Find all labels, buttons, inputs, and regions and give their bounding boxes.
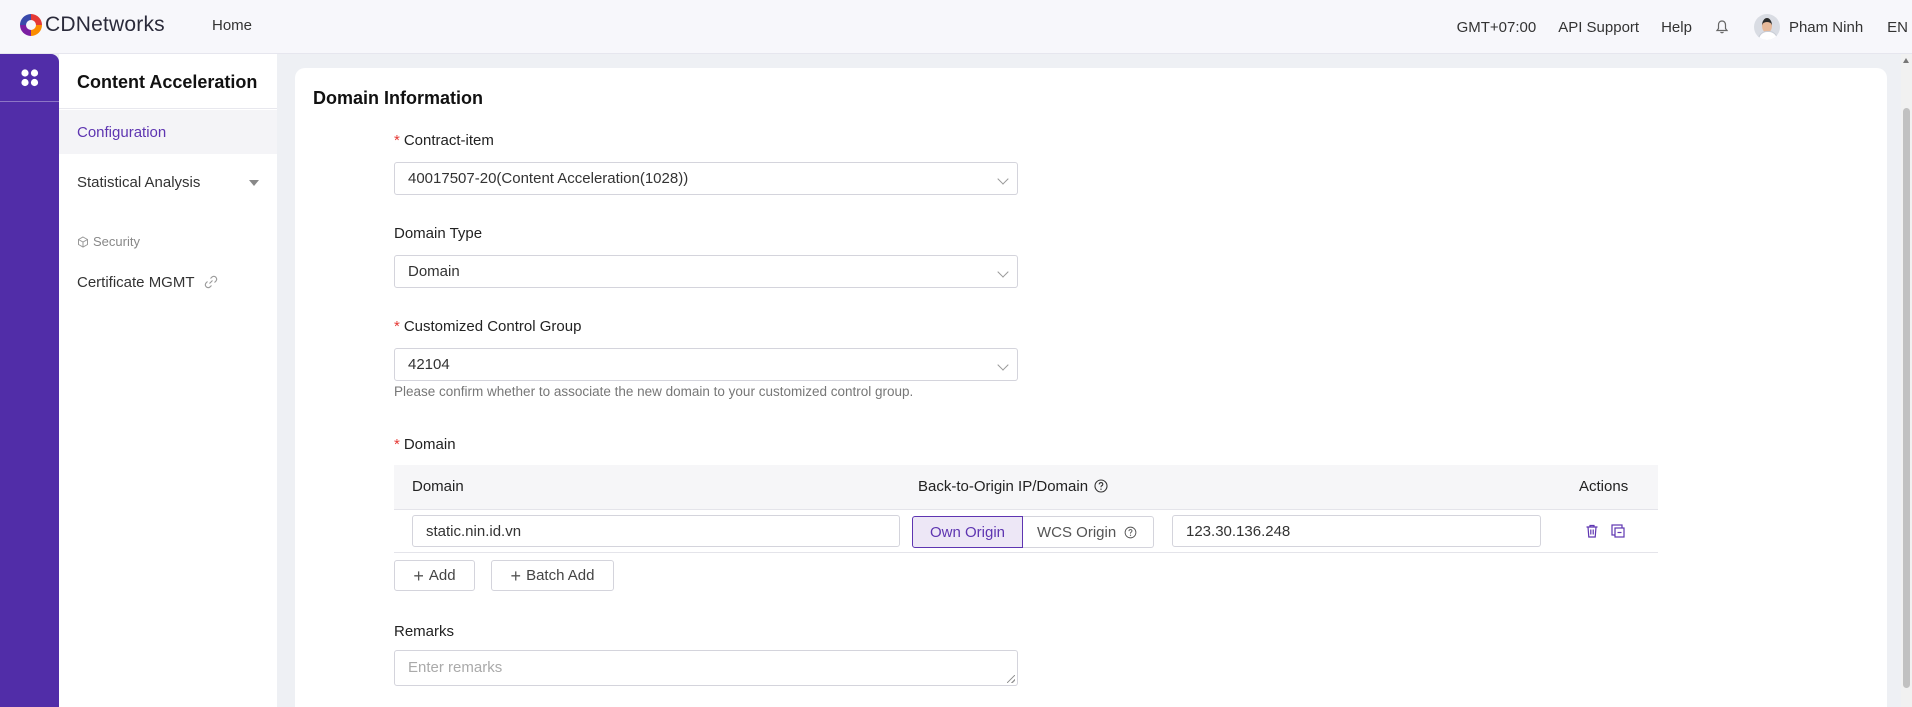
- chevron-down-icon: [997, 266, 1009, 278]
- control-group-hint: Please confirm whether to associate the …: [394, 384, 914, 399]
- domain-input[interactable]: static.nin.id.vn: [412, 515, 900, 547]
- api-support-link[interactable]: API Support: [1558, 19, 1639, 36]
- plus-icon: +: [510, 565, 522, 586]
- domain-type-value: Domain: [408, 263, 460, 280]
- col-actions: Actions: [1579, 478, 1629, 495]
- sidebar-item-statistical-analysis[interactable]: Statistical Analysis: [77, 174, 200, 191]
- add-domain-button[interactable]: + Add: [394, 560, 475, 591]
- domain-section-label: * Domain: [394, 436, 456, 453]
- batch-add-button[interactable]: + Batch Add: [491, 560, 614, 591]
- nav-home-link[interactable]: Home: [212, 17, 252, 34]
- contract-item-select[interactable]: 40017507-20(Content Acceleration(1028)): [394, 162, 1018, 195]
- own-origin-toggle[interactable]: Own Origin: [912, 516, 1023, 548]
- logo-icon: [20, 14, 42, 36]
- chevron-down-icon: [997, 173, 1009, 185]
- domain-type-select[interactable]: Domain: [394, 255, 1018, 288]
- domain-table-header: Domain Back-to-Origin IP/Domain Actions: [394, 465, 1658, 509]
- help-circle-icon[interactable]: [1094, 479, 1108, 493]
- apps-grid-icon[interactable]: [20, 68, 40, 88]
- card-title: Domain Information: [313, 88, 483, 108]
- cube-icon: [78, 235, 88, 248]
- plus-icon: +: [413, 565, 424, 586]
- sidebar-item-certificate-mgmt[interactable]: Certificate MGMT: [77, 274, 218, 291]
- col-back-to-origin: Back-to-Origin IP/Domain: [918, 478, 1108, 495]
- sidebar-item-label: Certificate MGMT: [77, 274, 195, 291]
- sidebar-title: Content Acceleration: [77, 72, 258, 92]
- sidebar: Content Acceleration Configuration Stati…: [59, 54, 277, 707]
- rail-divider: [0, 101, 59, 102]
- remarks-input[interactable]: Enter remarks: [394, 650, 1018, 686]
- page-scrollbar[interactable]: [1901, 54, 1912, 707]
- link-icon: [205, 275, 218, 289]
- sidebar-section-label: Security: [93, 234, 140, 249]
- required-mark: *: [394, 436, 400, 453]
- col-domain: Domain: [412, 478, 464, 495]
- help-circle-icon[interactable]: [1124, 526, 1137, 539]
- domain-input-value: static.nin.id.vn: [426, 522, 522, 540]
- domain-type-label: Domain Type: [394, 225, 483, 242]
- required-mark: *: [394, 318, 400, 335]
- help-link[interactable]: Help: [1661, 19, 1692, 36]
- wcs-origin-toggle[interactable]: WCS Origin: [1023, 516, 1154, 548]
- top-bar: CDNetworks Home GMT+07:00 API Support He…: [0, 0, 1912, 54]
- domain-info-card: Domain Information * Contract-item 400175…: [295, 68, 1887, 707]
- control-group-value: 42104: [408, 356, 450, 373]
- chevron-down-icon: [997, 359, 1009, 371]
- caret-down-icon[interactable]: [249, 180, 259, 186]
- origin-address-input[interactable]: 123.30.136.248: [1172, 515, 1541, 547]
- trash-icon[interactable]: [1584, 523, 1600, 539]
- sidebar-divider: [59, 108, 277, 109]
- brand-logo[interactable]: CDNetworks: [20, 13, 165, 37]
- sidebar-item-configuration[interactable]: Configuration: [59, 110, 277, 154]
- scroll-up-icon[interactable]: [1903, 58, 1909, 63]
- table-row: static.nin.id.vn Own Origin WCS Origin 1…: [394, 509, 1658, 553]
- resize-handle-icon[interactable]: [1007, 675, 1015, 683]
- contract-item-value: 40017507-20(Content Acceleration(1028)): [408, 170, 689, 187]
- contract-item-label: * Contract-item: [394, 132, 494, 149]
- origin-address-value: 123.30.136.248: [1186, 522, 1291, 540]
- app-rail: [0, 54, 59, 707]
- timezone-selector[interactable]: GMT+07:00: [1457, 19, 1537, 36]
- user-name[interactable]: Pham Ninh: [1789, 19, 1863, 36]
- language-selector[interactable]: EN: [1887, 19, 1908, 36]
- control-group-select[interactable]: 42104: [394, 348, 1018, 381]
- remarks-placeholder: Enter remarks: [408, 659, 503, 676]
- bell-icon[interactable]: [1714, 19, 1730, 35]
- avatar[interactable]: [1753, 14, 1780, 40]
- top-right-menu: GMT+07:00 API Support Help Pham Ninh EN: [1457, 0, 1912, 54]
- remarks-label: Remarks: [394, 623, 455, 640]
- required-mark: *: [394, 132, 400, 149]
- copy-icon[interactable]: [1610, 523, 1626, 539]
- wcs-origin-label: WCS Origin: [1037, 523, 1117, 541]
- sidebar-section-security: Security: [77, 234, 140, 249]
- brand-name: CDNetworks: [45, 13, 165, 36]
- control-group-label: * Customized Control Group: [394, 318, 582, 335]
- scroll-thumb[interactable]: [1903, 108, 1910, 688]
